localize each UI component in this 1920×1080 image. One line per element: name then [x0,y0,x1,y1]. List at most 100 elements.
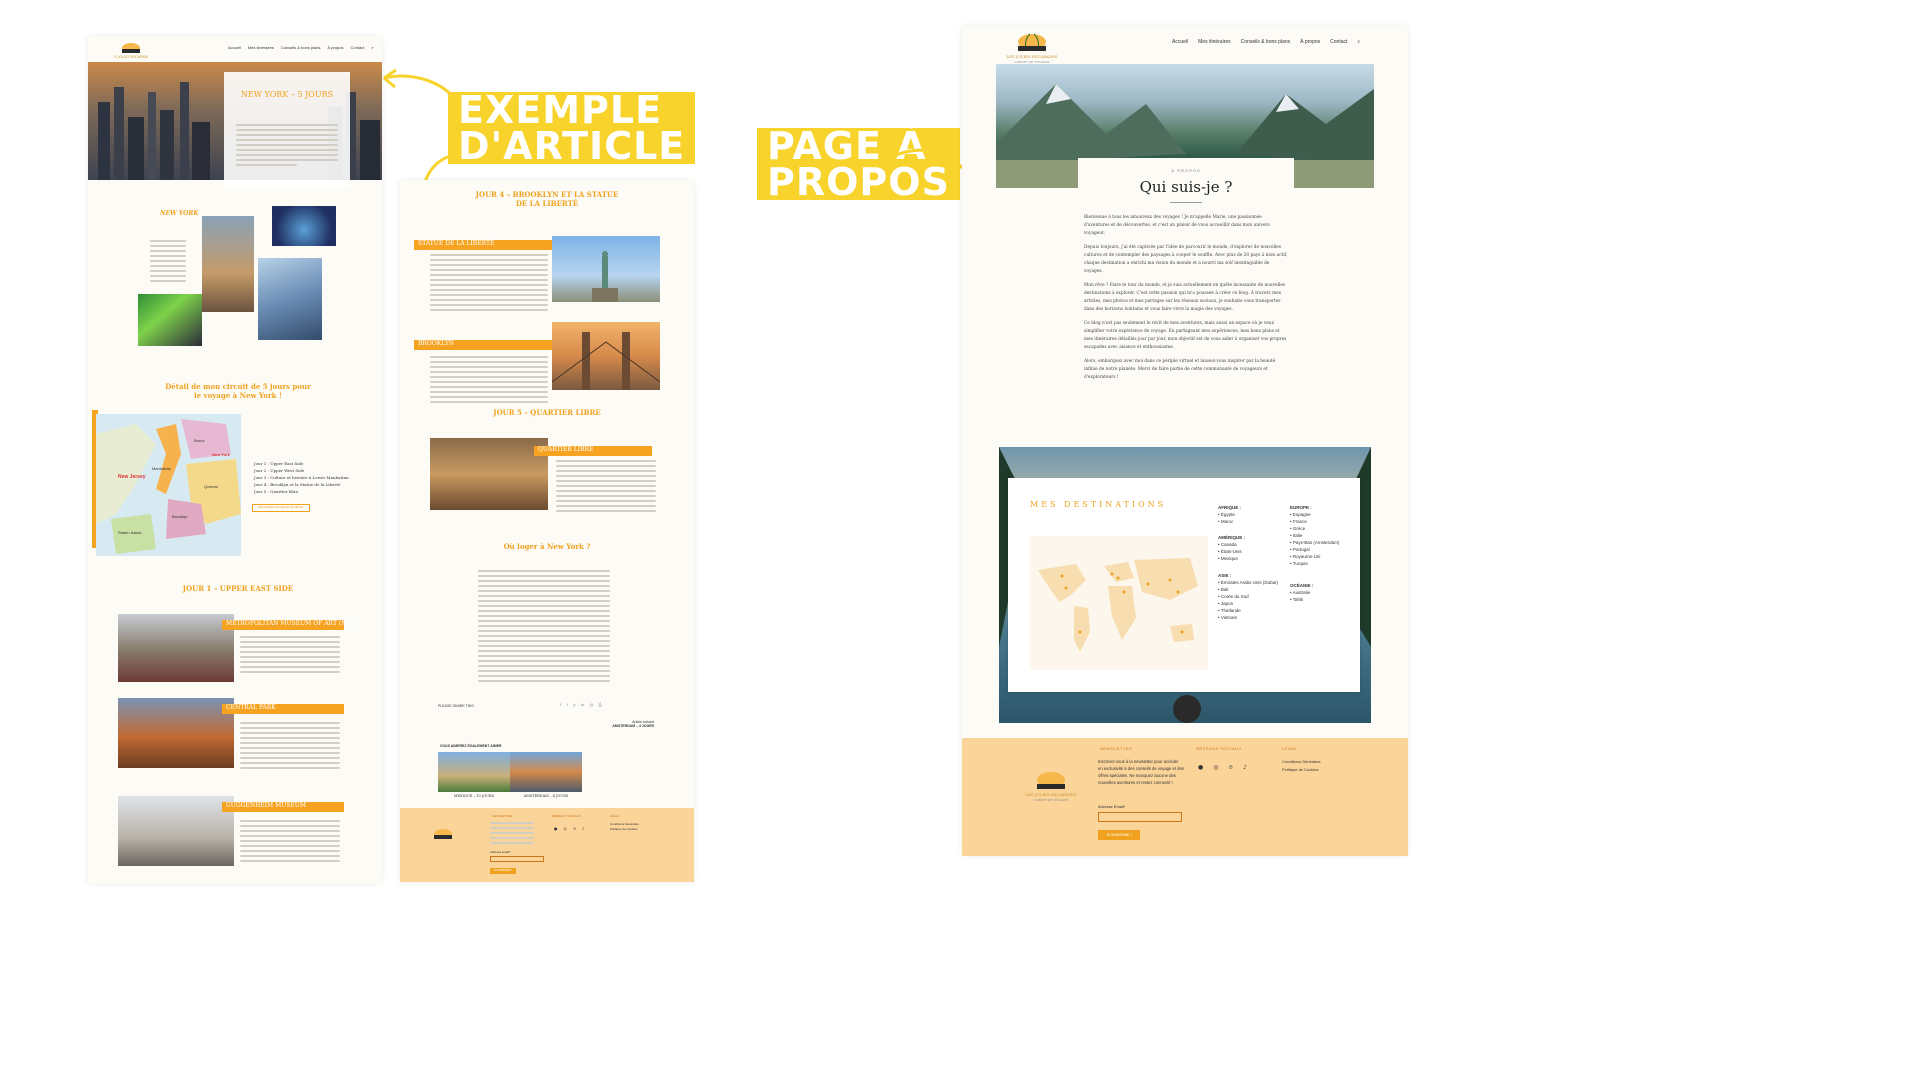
nav-tips[interactable]: Conseils & bons plans [281,45,321,50]
photo-sky-buildings [258,258,322,340]
photo-brooklyn-bridge [552,322,660,390]
days-list: Jour 1 : Upper East Side Jour 2 : Upper … [254,460,349,495]
linkedin-icon[interactable]: in [581,702,585,707]
region-asia: ASIE : • Émirates Arabs Unis (Dubaï) • B… [1218,572,1278,621]
day-item: Jour 1 : Upper East Side [254,461,304,466]
related-card-mexique[interactable] [438,752,510,792]
region-name: OCÉANIE : [1290,583,1314,588]
section-met: METROPOLITAN MUSEUM OF ART (MET) [222,620,358,630]
photo-statue-of-liberty [552,236,660,302]
nav-itineraries[interactable]: Mes itinéraires [248,45,274,50]
region-item: • Japon [1218,601,1234,606]
footer-email-input[interactable] [490,856,544,862]
footer-newsletter-text [490,822,534,847]
about-kicker: À PROPOS [1171,168,1201,173]
region-item-label: Pays-Bas (Amsterdam) [1292,540,1340,545]
twitter-icon[interactable]: t [566,702,568,707]
region-item: • Turquie [1290,561,1308,566]
nav-contact[interactable]: Contact [351,45,365,50]
related-title[interactable]: AMSTERDAM – 4 JOURS [510,794,582,798]
logo-text: LES JOLIES ESCAPADES [1025,792,1077,797]
print-icon[interactable]: ⎙ [599,702,602,707]
nav-contact[interactable]: Contact [1330,39,1347,45]
email-icon[interactable]: @ [590,702,594,707]
pinterest-icon[interactable]: p [573,702,576,707]
nav-tips[interactable]: Conseils & bons plans [1241,39,1290,45]
region-item: • Corée du Sud [1218,594,1249,599]
facebook-icon[interactable]: ● [1198,764,1203,771]
region-name: AMÉRIQUE : [1218,535,1245,540]
section-guggenheim: GUGGENHEIM MUSEUM [222,802,344,812]
day-item: Jour 4 : Brooklyn et la Statue de la Lib… [254,482,341,487]
svg-text:LES JOLIES ESCAPADES: LES JOLIES ESCAPADES [114,55,148,59]
region-item: • Canada [1218,542,1237,547]
region-name: ASIE : [1218,573,1232,578]
footer-legal-links: Conditions Générales Politique de Cookie… [1282,758,1320,774]
lodging-text [478,570,610,685]
pinterest-icon[interactable]: ℗ [573,826,576,831]
footer-subscribe-button[interactable]: JE M'ABONNE ! [490,868,516,874]
circuit-detail-button[interactable]: DÉCOUVREZ LE CIRCUIT EN DÉTAIL [252,504,310,512]
met-text [240,636,340,676]
region-item-label: Vietnam [1220,615,1238,620]
arrow-to-article-hero [383,68,458,101]
related-label: VOUS AIMEREZ ÉGALEMENT AIMER [440,744,502,748]
nav-home[interactable]: Accueil [228,45,241,50]
region-item: • Espagne [1290,512,1311,517]
intro-text [150,240,186,285]
section-title: STATUE DE LA LIBERTÉ [418,240,495,247]
footer-newsletter-title: NEWSLETTER [492,814,513,818]
nav-about[interactable]: À propos [1300,39,1320,45]
photo-guggenheim [118,796,234,866]
region-name: EUROPE : [1290,505,1312,510]
region-item: • Tahiti [1290,597,1304,602]
photo-street [202,216,254,312]
central-park-text [240,722,340,772]
region-item: • Bali [1218,587,1229,592]
search-icon[interactable]: ⌕ [371,45,373,50]
site-logo[interactable]: LES JOLIES ESCAPADES [110,40,153,60]
legal-link[interactable]: Politique de Cookies [610,827,639,832]
region-item: • Égypte [1218,512,1235,517]
main-nav: Accueil Mes itinéraires Conseils & bons … [228,45,374,50]
region-item-label: Italie [1292,533,1303,538]
region-item-label: Mexique [1220,556,1238,561]
nav-about[interactable]: À propos [328,45,344,50]
nav-home[interactable]: Accueil [1172,39,1188,45]
map-label-staten-island: Staten Island [118,530,141,535]
region-europe: EUROPE : • Espagne • France • Grèce • It… [1290,504,1350,567]
region-item-label: Turquie [1292,561,1308,566]
legal-link[interactable]: Conditions Générales [1282,758,1320,766]
tiktok-icon[interactable]: ♪ [1243,764,1247,771]
footer-newsletter-title: NEWSLETTER [1100,746,1133,751]
legal-link[interactable]: Politique de Cookies [1282,766,1320,774]
section-title: QUARTIER LIBRE [538,446,594,453]
site-logo[interactable]: LES JOLIES ESCAPADES CARNET DE VOYAGES [1000,30,1064,64]
facebook-icon[interactable]: f [560,702,561,707]
region-item-label: France [1292,519,1307,524]
instagram-icon[interactable]: ◎ [564,826,568,831]
region-item-label: Canada [1220,542,1237,547]
next-article-link[interactable]: Article suivant AMSTERDAM – 4 JOURS [612,720,654,728]
footer-legal-title: LÉGAL [1282,746,1298,751]
region-item: • Vietnam [1218,615,1238,620]
day-item: Jour 3 : Culture et histoire à Lower Man… [254,475,349,480]
search-icon[interactable]: ⌕ [1357,39,1360,45]
tiktok-icon[interactable]: ♪ [582,826,585,831]
related-card-amsterdam[interactable] [510,752,582,792]
title-divider [1170,202,1202,203]
region-item: • Royaume-Uni [1290,554,1321,559]
region-item-label: Émirates Arabs Unis (Dubaï) [1220,580,1278,585]
region-oceania: OCÉANIE : • Australie • Tahiti [1290,582,1313,603]
footer-subscribe-button[interactable]: JE M'ABONNE ! [1098,830,1140,840]
instagram-icon[interactable]: ◎ [1213,764,1218,771]
map-label-new-york: New York [212,452,231,457]
footer-socials-title: RÉSEAUX SOCIAUX [1196,746,1242,751]
region-item: • Pays-Bas (Amsterdam) [1290,540,1340,545]
pinterest-icon[interactable]: ℗ [1229,764,1234,771]
facebook-icon[interactable]: ● [554,826,558,831]
nav-itineraries[interactable]: Mes itinéraires [1198,39,1231,45]
related-title[interactable]: MEXIQUE – 10 JOURS [438,794,510,798]
footer-email-input[interactable] [1098,812,1182,822]
lodging-heading: Où loger à New York ? [503,542,591,551]
